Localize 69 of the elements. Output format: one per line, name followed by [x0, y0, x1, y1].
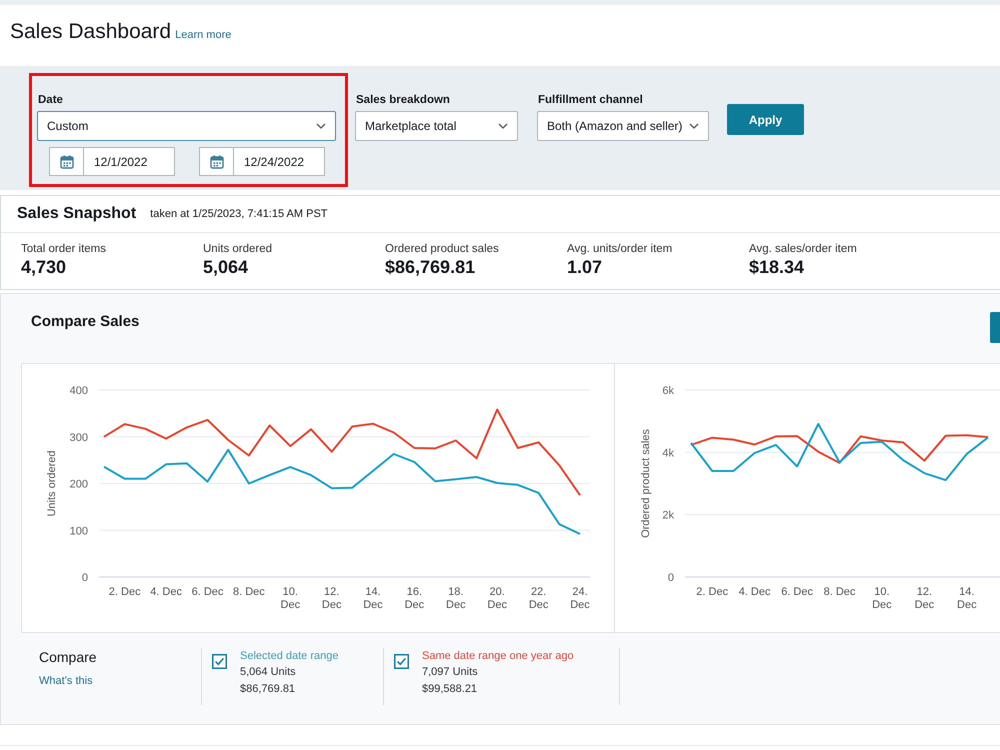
end-date-field[interactable]: 12/24/2022	[199, 147, 325, 176]
range-label: Same date range one year ago	[422, 649, 574, 664]
x-tick-label: 2. Dec	[695, 586, 730, 599]
x-tick-label: 16. Dec	[404, 586, 426, 612]
y-tick-label: 100	[70, 525, 88, 538]
metric-label: Total order items	[21, 242, 108, 256]
x-tick-label: 12. Dec	[320, 586, 342, 612]
x-tick-label: 4. Dec	[738, 586, 772, 599]
x-tick-label: 10. Dec	[280, 586, 302, 612]
snapshot-timestamp: taken at 1/25/2023, 7:41:15 AM PST	[150, 206, 328, 222]
x-tick-label: 20. Dec	[486, 586, 508, 612]
y-tick-label: 0	[668, 572, 674, 584]
x-tick-label: 12. Dec	[914, 586, 936, 612]
section-title: Compare Sales	[31, 313, 140, 331]
y-tick-label: 4k	[662, 447, 674, 460]
x-tick-label: 8. Dec	[232, 586, 266, 599]
range-sales: $86,769.81	[240, 682, 296, 697]
learn-more-link[interactable]: Learn more	[175, 27, 232, 44]
metric-value: 5,064	[203, 256, 250, 278]
y-tick-label: 6k	[662, 385, 674, 397]
checkbox[interactable]	[394, 654, 409, 669]
x-tick-label: 10. Dec	[871, 586, 893, 612]
x-tick-label: 22. Dec	[528, 586, 550, 612]
range-units: 5,064 Units	[240, 665, 297, 680]
x-tick-label: 6. Dec	[780, 586, 814, 599]
x-tick-label: 2. Dec	[108, 586, 142, 599]
fulfillment-channel-dropdown[interactable]: Both (Amazon and seller)	[537, 111, 709, 141]
x-tick-label: 14. Dec	[956, 586, 978, 612]
sales-breakdown-dropdown[interactable]: Marketplace total	[355, 111, 518, 141]
whats-this-link[interactable]: What’s this	[39, 673, 93, 690]
metric-label: Units ordered	[203, 242, 274, 256]
x-tick-label: 24. Dec	[569, 586, 591, 612]
metric-value: $18.34	[749, 256, 806, 278]
page-title: Sales Dashboard	[10, 19, 172, 45]
date-dropdown[interactable]: Custom	[37, 111, 336, 141]
fulfillment-channel-label: Fulfillment channel	[538, 93, 643, 107]
x-tick-label: 6. Dec	[190, 586, 224, 599]
date-label: Date	[38, 93, 63, 107]
metric-label: Ordered product sales	[385, 242, 500, 256]
range-label: Selected date range	[240, 649, 338, 664]
calendar-icon	[60, 154, 74, 168]
section-title: Sales Snapshot	[17, 204, 136, 224]
chevron-down-icon	[498, 123, 508, 129]
metric-value: 4,730	[21, 256, 68, 278]
x-tick-label: 14. Dec	[362, 586, 384, 612]
x-tick-label: 18. Dec	[445, 586, 467, 612]
apply-button[interactable]: Apply	[727, 104, 804, 135]
calendar-icon	[210, 154, 224, 168]
y-tick-label: 0	[82, 572, 88, 584]
x-tick-label: 8. Dec	[822, 586, 856, 599]
y-tick-label: 400	[70, 385, 88, 397]
metric-value: $86,769.81	[385, 256, 476, 278]
chevron-down-icon	[316, 123, 326, 129]
checkbox[interactable]	[212, 654, 227, 669]
y-tick-label: 300	[70, 432, 88, 444]
metric-label: Avg. units/order item	[567, 242, 674, 256]
metric-label: Avg. sales/order item	[749, 242, 858, 256]
range-units: 7,097 Units	[422, 665, 479, 680]
y-tick-label: 2k	[662, 510, 674, 522]
y-tick-label: 200	[70, 478, 88, 490]
x-tick-label: 4. Dec	[149, 586, 183, 599]
start-date-field[interactable]: 12/1/2022	[49, 147, 175, 176]
compare-label: Compare	[39, 648, 98, 666]
chevron-down-icon	[689, 123, 699, 129]
metric-value: 1.07	[567, 256, 604, 278]
sales-breakdown-label: Sales breakdown	[356, 93, 450, 107]
y-axis-title: Ordered product sales	[640, 429, 652, 538]
range-sales: $99,588.21	[422, 682, 478, 697]
y-axis-title: Units ordered	[46, 450, 58, 517]
